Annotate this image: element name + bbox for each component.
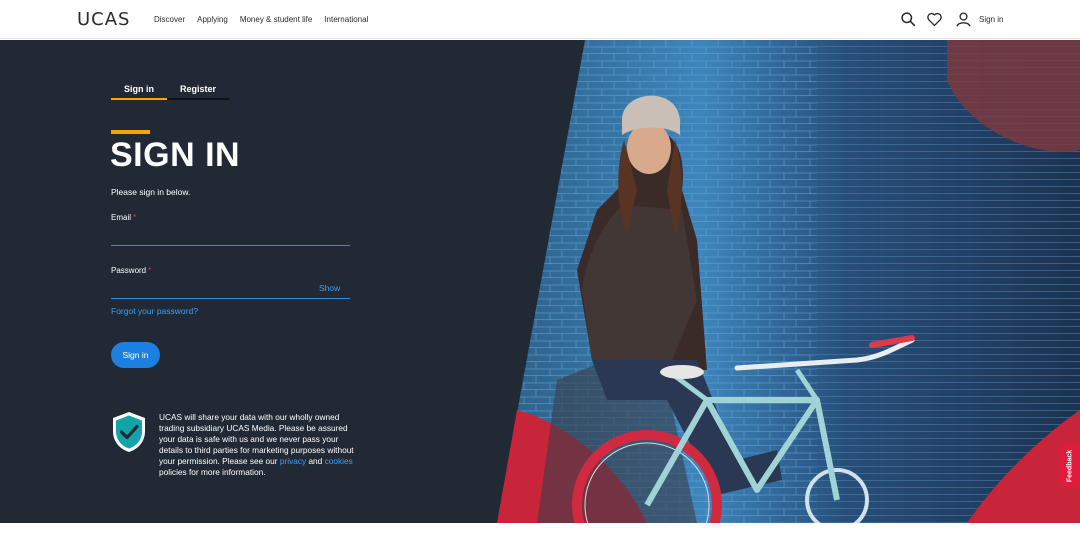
search-icon[interactable] — [900, 11, 917, 28]
nav-discover[interactable]: Discover — [154, 15, 185, 24]
feedback-label: Feedback — [1066, 449, 1074, 483]
forgot-password-link[interactable]: Forgot your password? — [111, 306, 198, 316]
title-accent-bar — [111, 130, 150, 134]
password-label-text: Password — [111, 266, 147, 275]
password-label: Password * — [111, 266, 151, 275]
notice-and: and — [308, 456, 323, 466]
email-field[interactable] — [111, 232, 350, 246]
shield-check-icon — [113, 412, 145, 452]
tab-register[interactable]: Register — [167, 84, 230, 100]
page-subtitle: Please sign in below. — [111, 187, 191, 197]
auth-tabs: Sign in Register — [111, 84, 230, 100]
notice-text-end: policies for more information. — [159, 467, 266, 477]
email-label-text: Email — [111, 213, 132, 222]
required-mark: * — [148, 266, 152, 275]
tab-sign-in[interactable]: Sign in — [111, 84, 167, 100]
feedback-tab[interactable]: Feedback — [1060, 445, 1080, 487]
data-sharing-notice: UCAS will share your data with our wholl… — [159, 412, 354, 478]
site-header: UCAS Discover Applying Money & student l… — [0, 0, 1080, 39]
show-password-button[interactable]: Show — [319, 283, 340, 293]
main-nav: Discover Applying Money & student life I… — [154, 15, 380, 24]
hero-photo — [497, 40, 1080, 523]
header-sign-in-link[interactable]: Sign in — [979, 15, 1003, 24]
hero-section: Sign in Register SIGN IN Please sign in … — [0, 40, 1080, 523]
nav-applying[interactable]: Applying — [197, 15, 228, 24]
nav-money-student-life[interactable]: Money & student life — [240, 15, 312, 24]
sign-in-button[interactable]: Sign in — [111, 342, 160, 368]
page-title: SIGN IN — [110, 136, 241, 174]
cookies-link[interactable]: cookies — [325, 456, 353, 466]
password-field[interactable] — [111, 285, 350, 299]
required-mark: * — [133, 213, 137, 222]
ucas-logo[interactable]: UCAS — [77, 9, 130, 30]
privacy-link[interactable]: privacy — [280, 456, 306, 466]
user-icon[interactable] — [955, 11, 972, 28]
email-label: Email * — [111, 213, 136, 222]
nav-international[interactable]: International — [324, 15, 368, 24]
heart-icon[interactable] — [926, 11, 943, 28]
